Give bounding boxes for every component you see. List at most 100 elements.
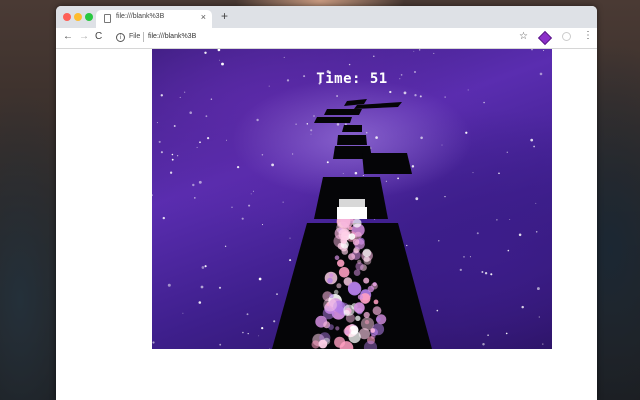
star [173, 125, 176, 127]
star [535, 231, 538, 233]
browser-menu-icon[interactable]: ⋮ [583, 30, 593, 42]
star [231, 206, 233, 209]
star [201, 266, 205, 269]
track-tile [342, 125, 362, 132]
browser-toolbar: ← → C i File file:///blank%3B ☆ ⋮ [56, 28, 597, 49]
trail-particle [364, 319, 370, 325]
star [205, 115, 208, 118]
track-tile [314, 117, 352, 123]
star [310, 129, 313, 132]
star [226, 139, 227, 141]
trail-particle [343, 309, 350, 317]
trail-particle [362, 248, 372, 258]
star [289, 259, 292, 262]
star [420, 136, 423, 140]
star [436, 309, 439, 312]
trail-particle [335, 326, 340, 331]
address-bar[interactable]: file:///blank%3B [148, 33, 196, 40]
trail-particle [373, 299, 379, 305]
star [484, 272, 488, 275]
star [169, 171, 173, 174]
trail-particle [343, 327, 352, 336]
star [487, 334, 489, 337]
trail-particle [341, 248, 349, 255]
trail-particle [328, 324, 334, 330]
star [276, 293, 278, 296]
star [531, 49, 533, 51]
star [348, 63, 351, 66]
star [198, 301, 202, 304]
game-canvas[interactable]: Time: 51 [152, 49, 552, 349]
player-cube-icon [337, 199, 367, 219]
gray-extension-icon[interactable] [562, 32, 571, 41]
browser-window: file:///blank%3B × + ← → C i File file:/… [56, 6, 597, 400]
star [483, 101, 485, 104]
star [507, 249, 510, 252]
trail-particle [375, 317, 381, 322]
star [283, 56, 285, 58]
star [310, 133, 312, 135]
star [433, 52, 435, 54]
star [444, 96, 446, 98]
window-minimize-icon[interactable] [74, 13, 82, 21]
star [256, 118, 259, 122]
trail-particle [352, 238, 360, 246]
star [481, 271, 484, 273]
star [506, 151, 508, 153]
purple-diamond-extension-icon[interactable] [537, 30, 553, 46]
star [362, 174, 364, 177]
tab-active[interactable]: file:///blank%3B × [96, 10, 212, 28]
trail-particle [334, 255, 340, 260]
star [152, 341, 155, 344]
site-info-icon[interactable]: i [116, 33, 125, 42]
trail-particle [355, 315, 361, 321]
star [206, 136, 210, 140]
star [465, 131, 468, 134]
star [472, 172, 474, 174]
star [160, 94, 163, 97]
star [441, 144, 443, 146]
trail-particle [348, 253, 356, 261]
star [370, 147, 372, 149]
trail-particle [327, 277, 333, 284]
star [397, 177, 400, 180]
trail-particle [347, 282, 362, 296]
trail-particle [337, 259, 345, 267]
star [261, 327, 264, 330]
trail-particle [372, 306, 382, 316]
track-tile [337, 135, 367, 145]
star [414, 94, 417, 97]
new-tab-button[interactable]: + [221, 9, 228, 23]
track-tile [362, 153, 412, 174]
forward-button[interactable]: → [79, 31, 89, 43]
trail-particle [363, 257, 372, 265]
window-maximize-icon[interactable] [85, 13, 93, 21]
star [476, 232, 479, 235]
trail-particle [355, 262, 364, 271]
star [241, 217, 244, 220]
trail-particle [370, 328, 376, 333]
tab-close-icon[interactable]: × [201, 12, 206, 22]
star [413, 50, 415, 52]
star [463, 256, 465, 258]
reload-button[interactable]: C [95, 31, 102, 43]
star [204, 265, 207, 268]
window-close-icon[interactable] [63, 13, 71, 21]
address-scheme-label: File [129, 33, 141, 40]
star [336, 123, 340, 126]
star [217, 49, 221, 52]
star [160, 151, 163, 154]
star [248, 204, 251, 207]
back-button[interactable]: ← [63, 31, 73, 43]
trail-particle [367, 285, 375, 293]
trail-particle [363, 277, 370, 284]
star [419, 95, 422, 98]
star [289, 237, 291, 239]
star [176, 155, 179, 157]
star [505, 332, 508, 335]
bookmark-star-icon[interactable]: ☆ [519, 31, 528, 43]
star [218, 286, 222, 289]
star [182, 312, 184, 314]
star [200, 285, 204, 289]
star [469, 256, 471, 258]
